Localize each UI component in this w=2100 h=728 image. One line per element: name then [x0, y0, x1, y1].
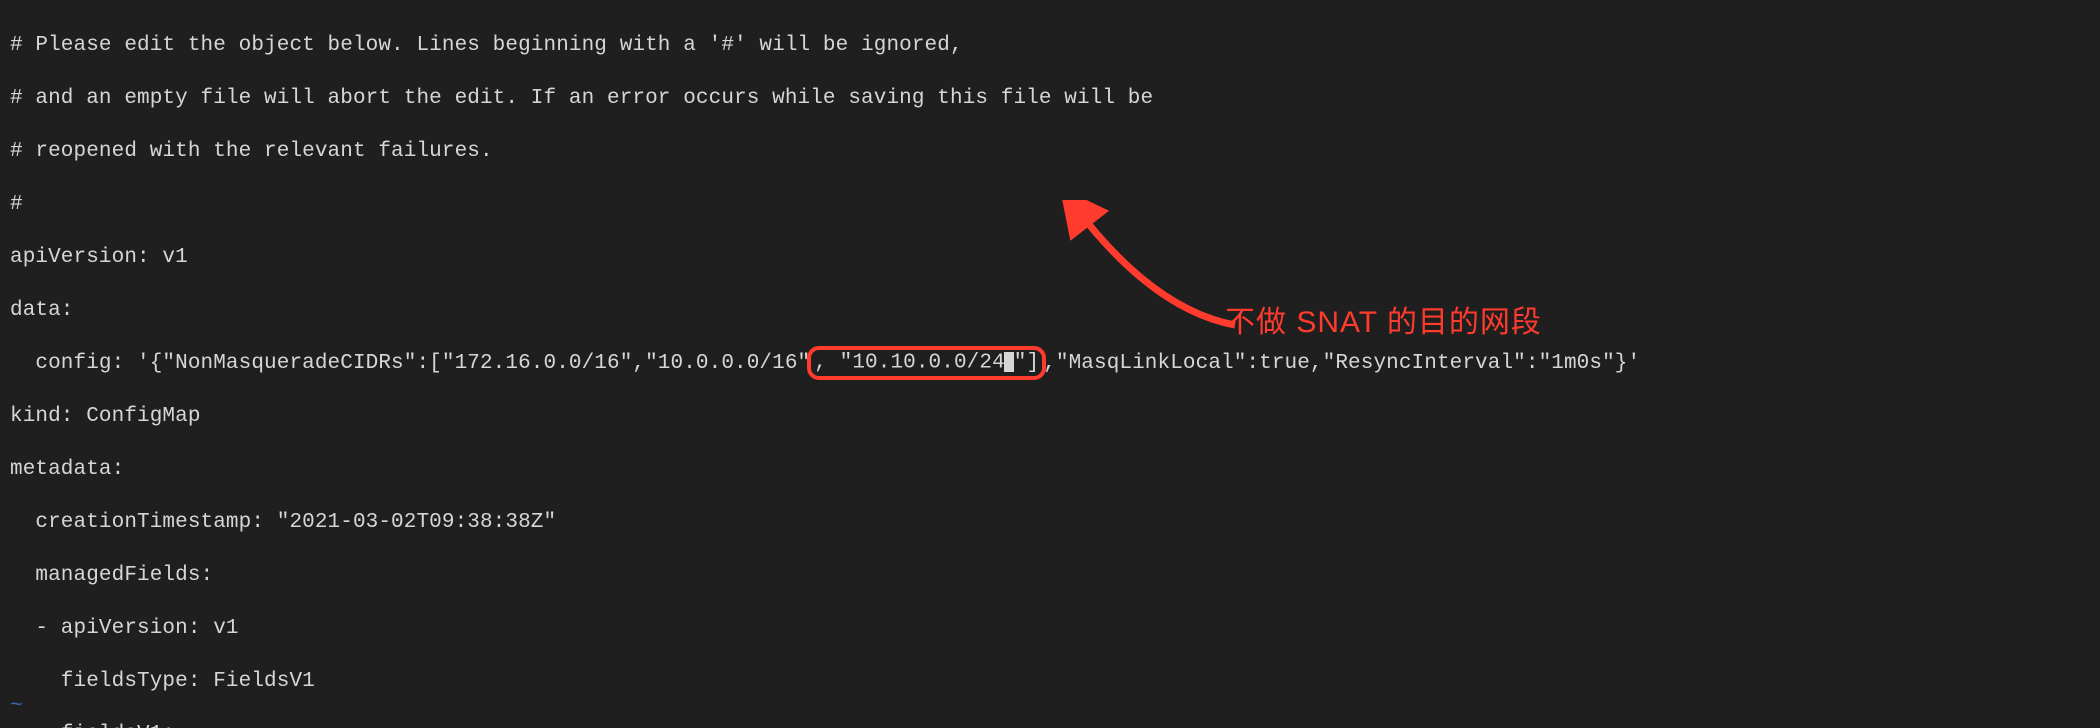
comment-line: # reopened with the relevant failures.	[10, 139, 2090, 166]
yaml-metadata: metadata:	[10, 457, 2090, 484]
config-prefix: config: '{"NonMasqueradeCIDRs":["172.16.…	[10, 352, 810, 375]
vim-tilde: ~	[10, 694, 23, 721]
editor-pane[interactable]: # Please edit the object below. Lines be…	[10, 6, 2090, 728]
comment-line: # and an empty file will abort the edit.…	[10, 86, 2090, 113]
yaml-mf-apiVersion: - apiVersion: v1	[10, 616, 2090, 643]
annotation-label: 不做 SNAT 的目的网段	[1225, 310, 1542, 337]
comment-line: # Please edit the object below. Lines be…	[10, 33, 2090, 60]
yaml-data: data:	[10, 298, 2090, 325]
yaml-creationTimestamp: creationTimestamp: "2021-03-02T09:38:38Z…	[10, 510, 2090, 537]
yaml-apiVersion: apiVersion: v1	[10, 245, 2090, 272]
text-cursor	[1004, 352, 1014, 372]
yaml-managedFields: managedFields:	[10, 563, 2090, 590]
config-comma: ,	[814, 352, 839, 375]
yaml-mf-fieldsType: fieldsType: FieldsV1	[10, 669, 2090, 696]
comment-line: #	[10, 192, 2090, 219]
yaml-mf-fieldsV1: fieldsV1:	[10, 722, 2090, 728]
yaml-config: config: '{"NonMasqueradeCIDRs":["172.16.…	[10, 351, 2090, 378]
config-suffix: ,"MasqLinkLocal":true,"ResyncInterval":"…	[1043, 352, 1640, 375]
highlight-box: , "10.10.0.0/24 "]	[807, 346, 1046, 380]
config-cidr: "10.10.0.0/24	[840, 352, 1005, 375]
config-close: "]	[1014, 352, 1039, 375]
yaml-kind: kind: ConfigMap	[10, 404, 2090, 431]
